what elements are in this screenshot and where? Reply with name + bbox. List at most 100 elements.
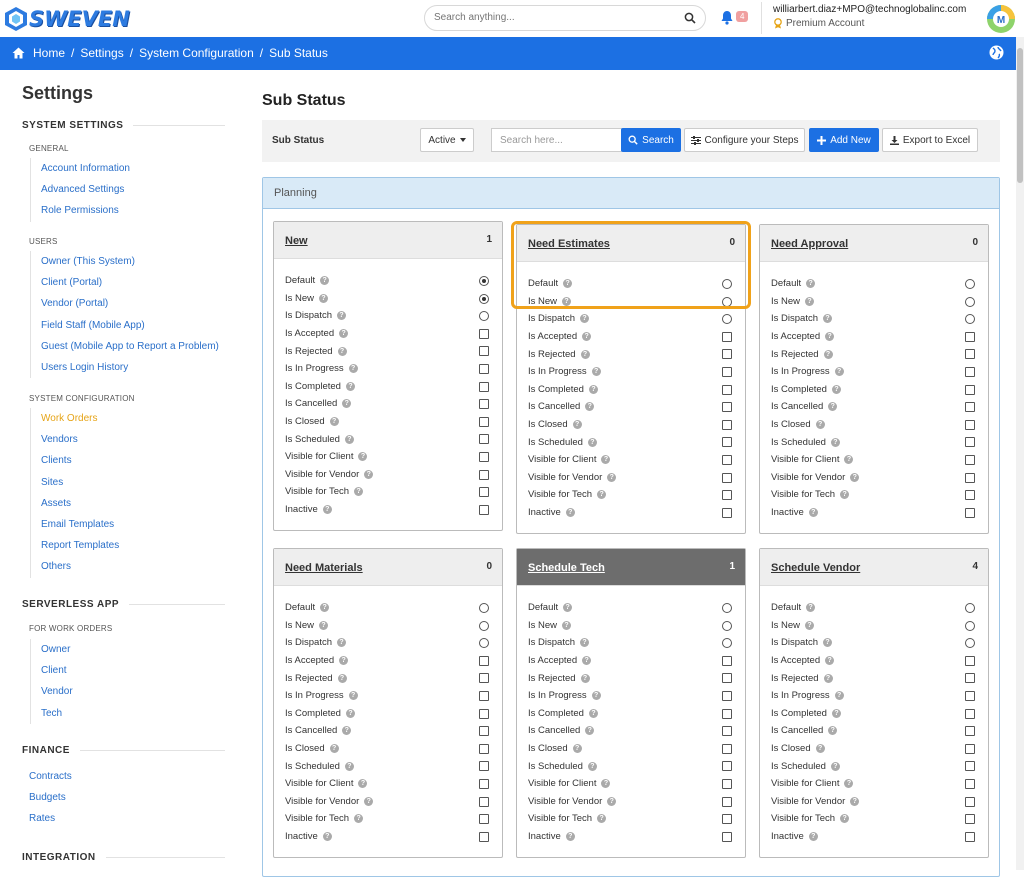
sidebar-item-work-orders[interactable]: Work Orders xyxy=(31,408,119,429)
help-icon[interactable]: ? xyxy=(840,490,850,500)
help-icon[interactable]: ? xyxy=(358,779,368,789)
sidebar-item-serverless-tech[interactable]: Tech xyxy=(31,703,73,724)
field-radio[interactable] xyxy=(722,620,732,631)
help-icon[interactable]: ? xyxy=(828,726,838,736)
field-checkbox[interactable] xyxy=(722,655,732,666)
field-radio[interactable] xyxy=(965,638,975,649)
field-checkbox[interactable] xyxy=(722,366,732,377)
status-card-title[interactable]: Schedule Vendor xyxy=(771,562,860,574)
field-checkbox[interactable] xyxy=(479,708,489,719)
help-icon[interactable]: ? xyxy=(345,708,355,718)
help-icon[interactable]: ? xyxy=(342,726,352,736)
status-select[interactable]: Active xyxy=(420,128,474,152)
help-icon[interactable]: ? xyxy=(587,437,597,447)
field-checkbox[interactable] xyxy=(479,346,489,357)
sidebar-item-assets[interactable]: Assets xyxy=(31,493,119,514)
help-icon[interactable]: ? xyxy=(808,832,818,842)
field-checkbox[interactable] xyxy=(965,419,975,430)
help-icon[interactable]: ? xyxy=(828,402,838,412)
sidebar-item-client-portal[interactable]: Client (Portal) xyxy=(31,272,219,293)
help-icon[interactable]: ? xyxy=(597,814,607,824)
help-icon[interactable]: ? xyxy=(830,437,840,447)
field-checkbox[interactable] xyxy=(479,690,489,701)
field-checkbox[interactable] xyxy=(479,673,489,684)
help-icon[interactable]: ? xyxy=(825,656,835,666)
help-icon[interactable]: ? xyxy=(587,761,597,771)
help-icon[interactable]: ? xyxy=(585,726,595,736)
sidebar-item-serverless-vendor[interactable]: Vendor xyxy=(31,681,73,702)
field-checkbox[interactable] xyxy=(965,814,975,825)
sidebar-item-sites[interactable]: Sites xyxy=(31,472,119,493)
help-icon[interactable]: ? xyxy=(844,455,854,465)
sidebar-item-vendors[interactable]: Vendors xyxy=(31,429,119,450)
search-button[interactable]: Search xyxy=(621,128,681,152)
field-checkbox[interactable] xyxy=(479,399,489,410)
sidebar-item-clients[interactable]: Clients xyxy=(31,450,119,471)
help-icon[interactable]: ? xyxy=(344,761,354,771)
field-checkbox[interactable] xyxy=(722,384,732,395)
field-checkbox[interactable] xyxy=(479,434,489,445)
help-icon[interactable]: ? xyxy=(806,279,816,289)
help-icon[interactable]: ? xyxy=(354,487,364,497)
export-excel-button[interactable]: Export to Excel xyxy=(882,128,978,152)
help-icon[interactable]: ? xyxy=(345,381,355,391)
help-icon[interactable]: ? xyxy=(348,691,358,701)
help-icon[interactable]: ? xyxy=(580,638,589,648)
field-checkbox[interactable] xyxy=(722,402,732,413)
help-icon[interactable]: ? xyxy=(607,472,617,482)
help-icon[interactable]: ? xyxy=(607,796,617,806)
field-checkbox[interactable] xyxy=(722,761,732,772)
help-icon[interactable]: ? xyxy=(834,367,844,377)
field-checkbox[interactable] xyxy=(722,743,732,754)
sidebar-item-contracts[interactable]: Contracts xyxy=(29,771,72,782)
field-checkbox[interactable] xyxy=(965,831,975,842)
app-logo[interactable]: SWEVEN xyxy=(4,6,130,32)
help-icon[interactable]: ? xyxy=(591,691,601,701)
help-icon[interactable]: ? xyxy=(823,349,833,359)
sidebar-item-report-templates[interactable]: Report Templates xyxy=(31,535,119,556)
status-card-title[interactable]: Schedule Tech xyxy=(528,562,605,574)
help-icon[interactable]: ? xyxy=(339,656,349,666)
field-checkbox[interactable] xyxy=(722,507,732,518)
home-icon[interactable] xyxy=(12,47,25,59)
sidebar-item-serverless-owner[interactable]: Owner xyxy=(31,639,73,660)
field-checkbox[interactable] xyxy=(965,673,975,684)
field-checkbox[interactable] xyxy=(479,831,489,842)
field-checkbox[interactable] xyxy=(722,708,732,719)
field-checkbox[interactable] xyxy=(479,416,489,427)
help-icon[interactable]: ? xyxy=(831,384,841,394)
field-radio[interactable] xyxy=(965,603,975,613)
field-checkbox[interactable] xyxy=(965,402,975,413)
field-checkbox[interactable] xyxy=(722,673,732,684)
field-checkbox[interactable] xyxy=(965,507,975,518)
scrollbar-thumb[interactable] xyxy=(1017,48,1023,183)
help-icon[interactable]: ? xyxy=(354,814,364,824)
help-icon[interactable]: ? xyxy=(320,276,330,286)
search-icon[interactable] xyxy=(684,12,696,24)
help-icon[interactable]: ? xyxy=(834,691,844,701)
help-icon[interactable]: ? xyxy=(830,761,840,771)
field-checkbox[interactable] xyxy=(965,349,975,360)
sidebar-item-rates[interactable]: Rates xyxy=(29,813,55,824)
help-icon[interactable]: ? xyxy=(337,311,346,321)
help-icon[interactable]: ? xyxy=(588,708,598,718)
field-checkbox[interactable] xyxy=(479,469,489,480)
sidebar-item-users-login-history[interactable]: Users Login History xyxy=(31,357,219,378)
avatar[interactable]: M xyxy=(986,4,1016,34)
sidebar-item-advanced-settings[interactable]: Advanced Settings xyxy=(31,179,130,200)
sidebar-item-vendor-portal[interactable]: Vendor (Portal) xyxy=(31,293,219,314)
sidebar-item-account-information[interactable]: Account Information xyxy=(31,158,130,179)
field-radio[interactable] xyxy=(479,603,489,613)
globe-icon[interactable] xyxy=(989,45,1004,60)
help-icon[interactable]: ? xyxy=(815,420,825,430)
field-checkbox[interactable] xyxy=(965,454,975,465)
field-radio[interactable] xyxy=(479,311,489,322)
help-icon[interactable]: ? xyxy=(329,744,339,754)
help-icon[interactable]: ? xyxy=(582,656,592,666)
field-checkbox[interactable] xyxy=(722,690,732,701)
help-icon[interactable]: ? xyxy=(580,673,590,683)
field-radio[interactable] xyxy=(479,276,489,286)
help-icon[interactable]: ? xyxy=(844,779,854,789)
field-checkbox[interactable] xyxy=(722,831,732,842)
help-icon[interactable]: ? xyxy=(601,455,611,465)
